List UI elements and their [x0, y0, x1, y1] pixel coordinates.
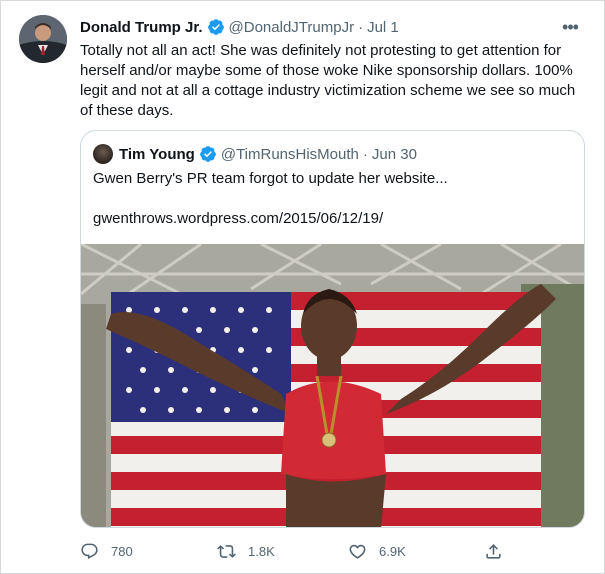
like-button[interactable]: 6.9K — [348, 542, 406, 561]
avatar[interactable] — [19, 15, 67, 63]
quote-date: Jun 30 — [371, 145, 417, 163]
reply-button[interactable]: 780 — [80, 542, 133, 561]
reply-count: 780 — [111, 543, 133, 559]
tweet-card: Donald Trump Jr. @DonaldJTrumpJr · Jul 1… — [0, 0, 605, 574]
author-name[interactable]: Donald Trump Jr. — [80, 19, 203, 36]
tweet-header: Donald Trump Jr. @DonaldJTrumpJr · Jul 1 — [80, 16, 584, 38]
separator: · — [362, 145, 368, 163]
quote-text: Gwen Berry's PR team forgot to update he… — [93, 170, 448, 187]
share-button[interactable] — [484, 542, 515, 561]
retweet-button[interactable]: 1.8K — [217, 542, 275, 561]
avatar-image — [19, 15, 67, 63]
quoted-tweet[interactable]: Tim Young @TimRunsHisMouth · Jun 30 Gwen… — [80, 130, 585, 528]
quote-author-name: Tim Young — [119, 145, 195, 163]
quote-author-handle: @TimRunsHisMouth — [220, 145, 359, 163]
separator: · — [358, 18, 364, 36]
verified-badge-icon — [199, 145, 217, 163]
tweet-text: Totally not all an act! She was definite… — [80, 42, 576, 119]
reply-icon — [81, 543, 98, 559]
tweet-actions: 780 1.8K 6.9K — [80, 540, 585, 562]
retweet-count: 1.8K — [248, 543, 275, 559]
retweet-icon — [217, 544, 236, 558]
author-handle[interactable]: @DonaldJTrumpJr — [229, 19, 355, 36]
quote-avatar — [93, 144, 113, 164]
tweet-date[interactable]: Jul 1 — [367, 19, 399, 36]
quote-header: Tim Young @TimRunsHisMouth · Jun 30 — [93, 143, 417, 165]
more-icon[interactable]: ••• — [559, 16, 581, 38]
heart-icon — [349, 544, 366, 559]
like-count: 6.9K — [379, 543, 406, 559]
quote-link: gwenthrows.wordpress.com/2015/06/12/19/ — [93, 210, 384, 227]
verified-badge-icon — [207, 18, 225, 36]
flag-photo — [81, 244, 584, 527]
quote-media-image[interactable] — [81, 244, 584, 527]
share-icon — [486, 543, 501, 559]
